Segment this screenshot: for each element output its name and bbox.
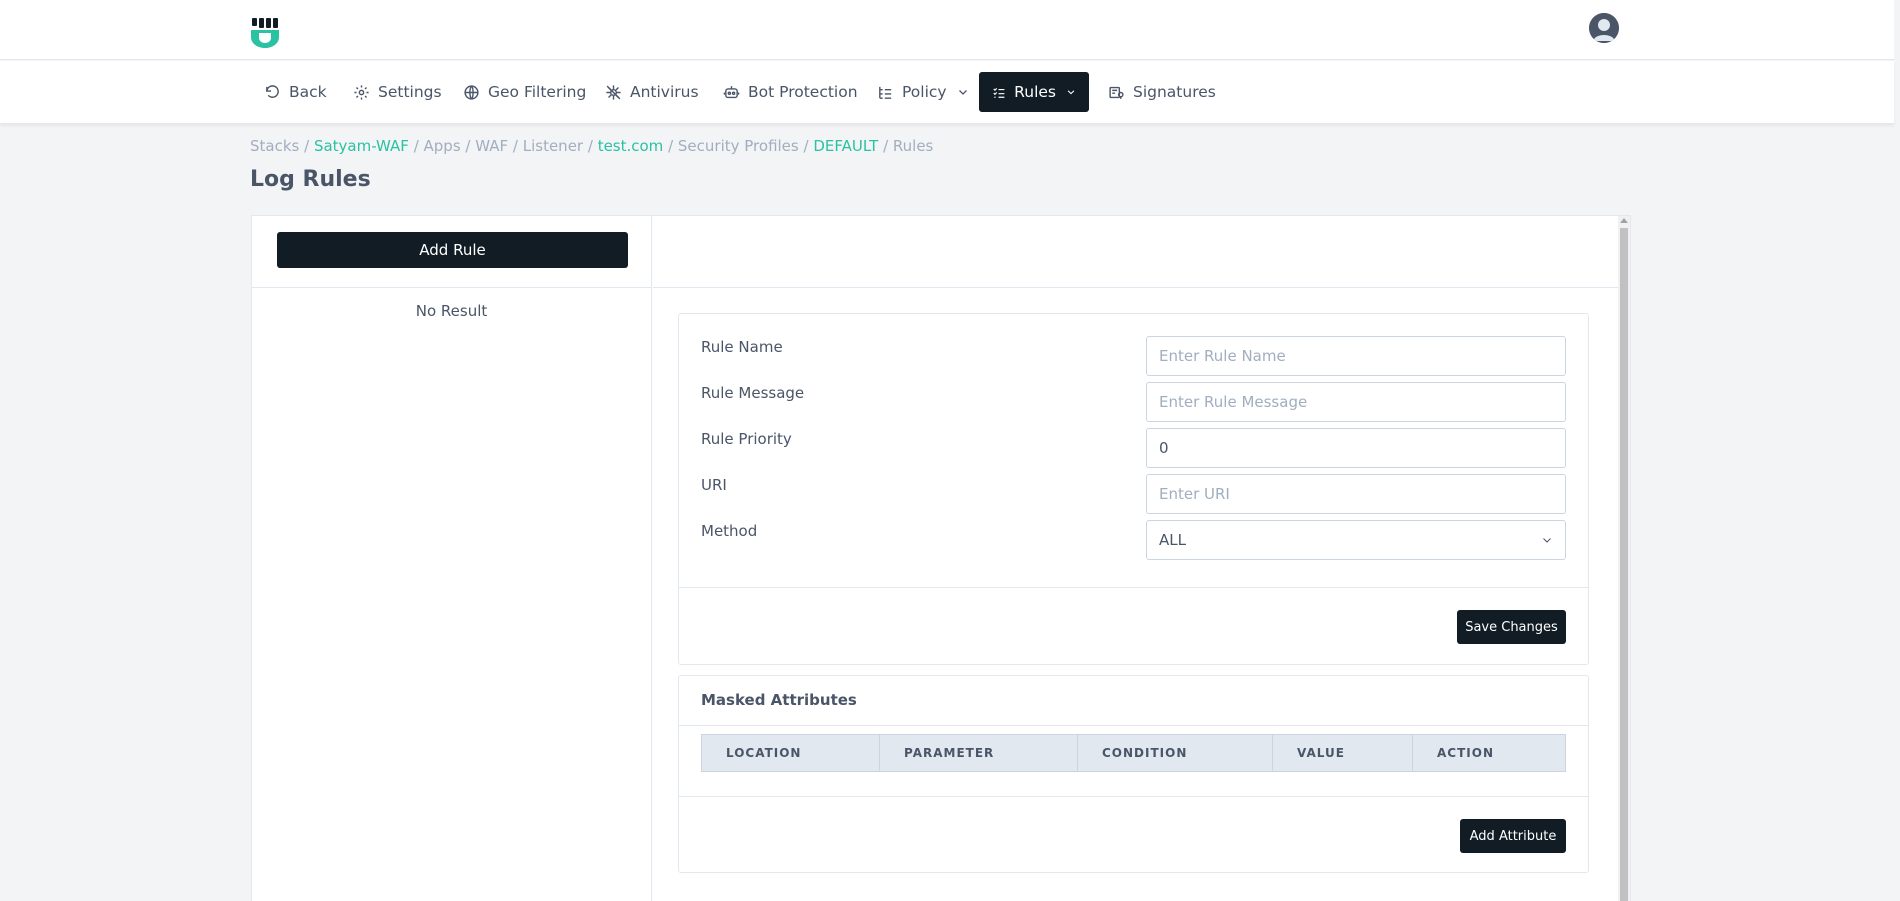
app-logo[interactable] — [250, 17, 280, 49]
nav-geo-filtering-label: Geo Filtering — [488, 83, 587, 101]
column-header-action: ACTION — [1437, 746, 1494, 760]
breadcrumb-apps[interactable]: Apps — [424, 137, 461, 155]
nav-bot-protection[interactable]: Bot Protection — [710, 72, 871, 112]
undo-icon — [266, 84, 279, 98]
breadcrumb-listener[interactable]: Listener — [523, 137, 583, 155]
rule-list-header: Add Rule — [252, 216, 651, 288]
rule-priority-row: Rule Priority — [679, 428, 1588, 468]
uri-row: URI — [679, 474, 1588, 514]
method-select-value: ALL — [1159, 531, 1186, 549]
chevron-down-icon — [1067, 90, 1075, 95]
nav-back[interactable]: Back — [251, 72, 340, 112]
uri-input[interactable] — [1146, 474, 1566, 514]
masked-attributes-title: Masked Attributes — [701, 691, 857, 709]
rule-name-row: Rule Name — [679, 336, 1588, 376]
scrollbar[interactable] — [1618, 216, 1630, 901]
rule-form-footer: Save Changes — [679, 587, 1588, 665]
nav-back-label: Back — [289, 83, 327, 101]
profile-nav-bar: Back Settings Geo Filtering Antivirus Bo… — [0, 61, 1894, 124]
nav-rules[interactable]: Rules — [979, 72, 1089, 112]
rule-name-label: Rule Name — [701, 338, 783, 356]
nav-rules-label: Rules — [1014, 83, 1056, 101]
rule-form: Rule Name Rule Message Rule Priority URI… — [678, 313, 1589, 665]
divider — [679, 725, 1588, 726]
nav-antivirus[interactable]: Antivirus — [592, 72, 712, 112]
column-header-parameter: PARAMETER — [880, 735, 1078, 771]
method-label: Method — [701, 522, 758, 540]
no-result-text: No Result — [415, 302, 488, 320]
nav-signatures-label: Signatures — [1133, 83, 1216, 101]
rules-card: Add Rule No Result Rule Name Rule Messag… — [251, 215, 1631, 901]
rule-priority-label: Rule Priority — [701, 430, 792, 448]
scroll-up-arrow[interactable] — [1620, 218, 1628, 223]
breadcrumb-stack-name[interactable]: Satyam-WAF — [314, 137, 409, 155]
nav-settings-label: Settings — [378, 83, 442, 101]
user-avatar[interactable] — [1589, 13, 1619, 43]
add-attribute-button[interactable]: Add Attribute — [1460, 819, 1566, 853]
page-title: Log Rules — [250, 167, 371, 192]
masked-attributes-table-header: LOCATION PARAMETER CONDITION VALUE ACTIO… — [701, 734, 1566, 772]
save-changes-button[interactable]: Save Changes — [1457, 610, 1566, 644]
rule-name-input[interactable] — [1146, 336, 1566, 376]
column-header-location: LOCATION — [702, 735, 880, 771]
signature-icon — [1109, 86, 1124, 99]
rule-detail-panel: Rule Name Rule Message Rule Priority URI… — [653, 216, 1619, 901]
nav-signatures[interactable]: Signatures — [1095, 72, 1229, 112]
chevron-down-icon — [1543, 538, 1551, 543]
masked-attributes-footer: Add Attribute — [679, 796, 1588, 873]
masked-attributes-panel: Masked Attributes LOCATION PARAMETER CON… — [678, 675, 1589, 873]
rule-priority-input[interactable] — [1146, 428, 1566, 468]
column-header-value: VALUE — [1273, 735, 1413, 771]
column-header-condition: CONDITION — [1078, 735, 1273, 771]
gear-icon — [354, 84, 369, 100]
breadcrumb-rules: Rules — [892, 137, 934, 155]
uri-label: URI — [701, 476, 727, 494]
breadcrumb-profile[interactable]: DEFAULT — [813, 137, 878, 155]
breadcrumb-security-profiles[interactable]: Security Profiles — [678, 137, 799, 155]
nav-policy-label: Policy — [902, 83, 947, 101]
nav-policy[interactable]: Policy — [864, 72, 982, 112]
list-tree-icon — [879, 86, 892, 99]
nav-antivirus-label: Antivirus — [630, 83, 699, 101]
nav-bot-protection-label: Bot Protection — [748, 83, 858, 101]
robot-icon — [723, 85, 740, 98]
rule-detail-header — [653, 216, 1619, 288]
method-row: Method ALL — [679, 520, 1588, 560]
breadcrumb-stacks[interactable]: Stacks — [250, 137, 299, 155]
globe-icon — [464, 84, 479, 100]
rule-list-panel: Add Rule No Result — [252, 216, 652, 901]
breadcrumb: Stacks / Satyam-WAF / Apps / WAF / Liste… — [250, 137, 934, 155]
nav-geo-filtering[interactable]: Geo Filtering — [450, 72, 599, 112]
scrollbar-thumb[interactable] — [1620, 228, 1628, 901]
checklist-icon — [993, 87, 1005, 98]
breadcrumb-domain[interactable]: test.com — [598, 137, 664, 155]
top-bar — [0, 0, 1894, 60]
method-select[interactable]: ALL — [1146, 520, 1566, 560]
rule-message-label: Rule Message — [701, 384, 805, 402]
nav-settings[interactable]: Settings — [340, 72, 455, 112]
breadcrumb-waf[interactable]: WAF — [475, 137, 508, 155]
rule-message-row: Rule Message — [679, 382, 1588, 422]
chevron-down-icon — [958, 90, 967, 95]
virus-icon — [606, 84, 621, 100]
rule-message-input[interactable] — [1146, 382, 1566, 422]
add-rule-button[interactable]: Add Rule — [277, 232, 628, 268]
